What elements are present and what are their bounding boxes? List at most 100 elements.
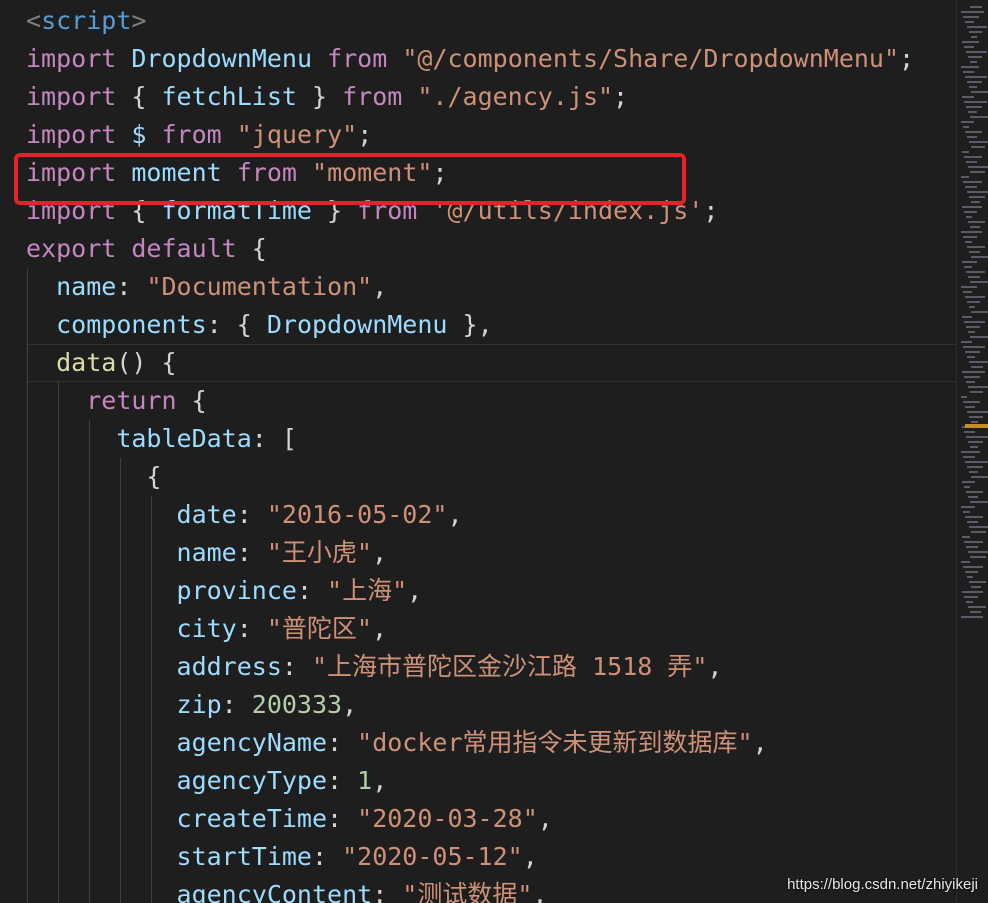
code-token: , (342, 690, 358, 719)
code-line[interactable]: agencyType: 1, (26, 762, 956, 800)
code-line[interactable]: tableData: [ (26, 420, 956, 458)
minimap-line (965, 186, 977, 188)
code-token: , (707, 652, 723, 681)
minimap-line (962, 41, 979, 43)
code-line[interactable]: return { (26, 382, 956, 420)
minimap-line (964, 46, 974, 48)
code-line[interactable]: name: "王小虎", (26, 534, 956, 572)
minimap-line (965, 131, 982, 133)
minimap-line (971, 531, 986, 533)
code-line[interactable]: { (26, 458, 956, 496)
code-token: "./agency.js" (417, 82, 614, 111)
minimap-line (970, 611, 981, 613)
minimap-line (968, 56, 982, 58)
minimap-line (966, 326, 980, 328)
minimap-line (961, 341, 972, 343)
minimap-line (966, 491, 983, 493)
minimap-line (969, 196, 985, 198)
minimap-line (962, 96, 974, 98)
minimap-line (968, 606, 986, 608)
code-line[interactable]: city: "普陀区", (26, 610, 956, 648)
minimap-line (965, 21, 974, 23)
code-line[interactable]: date: "2016-05-02", (26, 496, 956, 534)
code-editor[interactable]: <script> import DropdownMenu from "@/comp… (0, 0, 988, 903)
code-line[interactable]: import DropdownMenu from "@/components/S… (26, 40, 956, 78)
code-token: : (327, 804, 358, 833)
minimap-line (967, 26, 987, 28)
minimap-line (966, 546, 978, 548)
minimap-line (962, 536, 970, 538)
code-token: : (236, 538, 267, 567)
minimap-line (966, 271, 985, 273)
code-line[interactable]: data() { (26, 344, 956, 382)
minimap-line (964, 431, 975, 433)
code-token: "Documentation" (146, 272, 373, 301)
code-token: } (296, 82, 343, 111)
code-line[interactable]: import { fetchList } from "./agency.js"; (26, 78, 956, 116)
minimap-line (966, 381, 975, 383)
code-token: default (131, 234, 237, 263)
minimap-line (964, 541, 983, 543)
code-token: "@/components/Share/DropdownMenu" (402, 44, 900, 73)
minimap-line (970, 116, 988, 118)
minimap-line (967, 521, 978, 523)
code-token: createTime (176, 804, 328, 833)
code-line[interactable]: address: "上海市普陀区金沙江路 1518 弄", (26, 648, 956, 686)
minimap-line (966, 436, 988, 438)
minimap-line (969, 361, 988, 363)
minimap[interactable] (956, 0, 988, 903)
minimap-line (961, 506, 975, 508)
minimap-line (962, 481, 975, 483)
code-line[interactable]: export default { (26, 230, 956, 268)
code-token: DropdownMenu (131, 44, 312, 73)
code-line[interactable]: createTime: "2020-03-28", (26, 800, 956, 838)
code-area[interactable]: <script> import DropdownMenu from "@/comp… (26, 2, 956, 903)
minimap-line (966, 51, 987, 53)
code-token: name (176, 538, 237, 567)
code-token: from (327, 44, 388, 73)
minimap-line (961, 11, 984, 13)
minimap-line (962, 261, 977, 263)
minimap-scroll-marker (965, 424, 988, 428)
code-token: : (372, 880, 403, 903)
minimap-line (963, 126, 969, 128)
code-token: $ (131, 120, 147, 149)
minimap-line (971, 366, 983, 368)
minimap-line (963, 511, 970, 513)
code-token: fetchList (161, 82, 297, 111)
minimap-line (965, 461, 988, 463)
minimap-line (967, 191, 988, 193)
code-line[interactable]: province: "上海", (26, 572, 956, 610)
minimap-line (967, 411, 988, 413)
minimap-line (971, 256, 988, 258)
code-token: "2020-05-12" (342, 842, 523, 871)
code-line[interactable]: import $ from "jquery"; (26, 116, 956, 154)
code-line[interactable]: zip: 200333, (26, 686, 956, 724)
minimap-line (970, 61, 977, 63)
code-token: "2020-03-28" (357, 804, 538, 833)
code-line[interactable]: <script> (26, 2, 956, 40)
minimap-line (971, 201, 980, 203)
code-line[interactable]: components: { DropdownMenu }, (26, 306, 956, 344)
code-token: address (176, 652, 282, 681)
minimap-line (965, 571, 978, 573)
code-token: : (236, 614, 267, 643)
code-token: : (221, 690, 252, 719)
code-line[interactable]: startTime: "2020-05-12", (26, 838, 956, 876)
minimap-line (967, 246, 985, 248)
code-token: }, (447, 310, 493, 339)
code-token: import (26, 44, 117, 73)
code-line[interactable]: name: "Documentation", (26, 268, 956, 306)
code-token: , (537, 804, 553, 833)
code-line[interactable]: agencyName: "docker常用指令未更新到数据库", (26, 724, 956, 762)
minimap-line (968, 551, 988, 553)
code-token: : (236, 500, 267, 529)
